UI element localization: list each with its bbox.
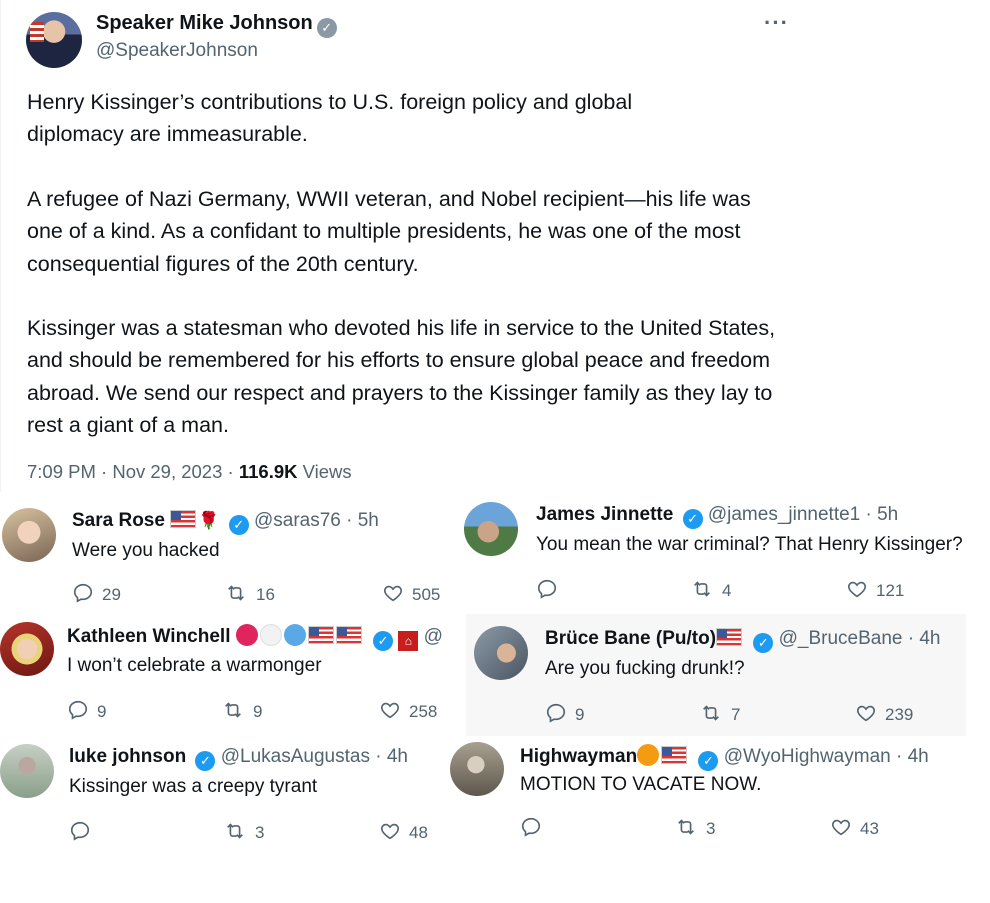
- reply-button[interactable]: 9: [67, 699, 106, 722]
- reply-card[interactable]: Kathleen Winchell ✓ ⌂ @ I won’t celebrat…: [0, 612, 462, 732]
- avatar[interactable]: [450, 742, 504, 796]
- us-flag-icon: [170, 510, 197, 528]
- reply-card[interactable]: Sara Rose 🌹 ✓ @saras76 · 5h Were you hac…: [0, 494, 456, 614]
- reply-handle[interactable]: @james_jinnette1 · 5h: [708, 504, 898, 525]
- retweet-button[interactable]: 16: [224, 582, 275, 605]
- like-icon: [381, 702, 399, 719]
- verified-badge-icon: ✓: [753, 633, 774, 653]
- retweet-icon: [678, 819, 694, 835]
- reply-icon: [73, 583, 93, 603]
- verified-badge-icon: ✓: [698, 751, 719, 771]
- reply-author-name[interactable]: Highwayman: [520, 746, 637, 767]
- like-icon: [384, 585, 402, 602]
- like-icon: [848, 581, 866, 598]
- verified-badge-icon: ✓: [316, 18, 337, 38]
- tweet-timestamp[interactable]: 7:09 PM · Nov 29, 2023 ·: [27, 461, 239, 482]
- retweet-icon: [694, 581, 710, 597]
- like-icon: [381, 823, 399, 840]
- reply-author-name[interactable]: James Jinnette: [536, 504, 673, 525]
- reply-button[interactable]: [69, 820, 99, 843]
- retweet-button[interactable]: 3: [223, 820, 264, 843]
- retweet-button[interactable]: 7: [699, 702, 740, 725]
- retweet-button[interactable]: 3: [674, 816, 715, 839]
- reply-handle[interactable]: @: [424, 626, 443, 647]
- tweet-paragraph: A refugee of Nazi Germany, WWII veteran,…: [27, 186, 751, 276]
- verified-badge-icon: ✓: [195, 751, 216, 771]
- reply-text: I won’t celebrate a warmonger: [67, 655, 322, 676]
- reply-icon: [537, 579, 557, 599]
- reply-text: MOTION TO VACATE NOW.: [520, 774, 762, 795]
- like-button[interactable]: 239: [855, 702, 913, 725]
- reply-card[interactable]: luke johnson ✓ @LukasAugustas · 4h Kissi…: [0, 732, 456, 852]
- us-flag-icon: [716, 628, 743, 646]
- reply-handle[interactable]: @saras76 · 5h: [254, 510, 379, 531]
- avatar[interactable]: [0, 622, 54, 676]
- orange-icon: [637, 744, 660, 766]
- like-button[interactable]: 43: [830, 816, 879, 839]
- reply-author-name[interactable]: Kathleen Winchell: [67, 626, 230, 647]
- avatar[interactable]: [464, 502, 518, 556]
- reply-text: Were you hacked: [72, 540, 220, 561]
- retweet-button[interactable]: 4: [690, 578, 731, 601]
- reply-icon: [546, 703, 566, 723]
- views-label: Views: [297, 461, 352, 482]
- white-heart-icon: [259, 624, 282, 646]
- retweet-icon: [703, 705, 719, 721]
- avatar[interactable]: [0, 744, 54, 798]
- reply-icon: [70, 821, 90, 841]
- reply-button[interactable]: 9: [545, 702, 584, 725]
- reply-handle[interactable]: @WyoHighwayman · 4h: [724, 746, 929, 767]
- us-flag-icon: [335, 626, 362, 644]
- like-icon: [857, 705, 875, 722]
- reply-author-name[interactable]: Sara Rose: [72, 510, 165, 531]
- tweet-meta: 7:09 PM · Nov 29, 2023 · 116.9K Views: [27, 461, 352, 483]
- author-name[interactable]: Speaker Mike Johnson ✓: [96, 12, 337, 38]
- like-button[interactable]: 505: [382, 582, 440, 605]
- us-flag-icon: [661, 746, 688, 764]
- reply-author-name[interactable]: Brüce Bane (Pu/to): [545, 628, 716, 649]
- verified-badge-icon: ✓: [682, 509, 703, 529]
- tweet-body: Henry Kissinger’s contributions to U.S. …: [27, 86, 807, 474]
- reply-text: Are you fucking drunk!?: [545, 658, 745, 679]
- reply-button[interactable]: [536, 578, 566, 601]
- reply-icon: [68, 700, 88, 720]
- avatar[interactable]: [2, 508, 56, 562]
- retweet-icon: [225, 702, 241, 718]
- reply-icon: [521, 817, 541, 837]
- author-handle[interactable]: @SpeakerJohnson: [96, 40, 258, 62]
- more-icon[interactable]: ···: [764, 10, 789, 36]
- reply-text: You mean the war criminal? That Henry Ki…: [536, 534, 963, 555]
- like-button[interactable]: 258: [379, 699, 437, 722]
- author-avatar[interactable]: [26, 12, 82, 68]
- reply-handle[interactable]: @LukasAugustas · 4h: [221, 746, 408, 767]
- verified-badge-icon: ✓: [373, 631, 394, 651]
- views-count: 116.9K: [238, 461, 298, 482]
- blue-heart-icon: [283, 624, 306, 646]
- tweet-paragraph: Kissinger was a statesman who devoted hi…: [27, 316, 776, 438]
- like-button[interactable]: 121: [846, 578, 904, 601]
- reply-card[interactable]: Brüce Bane (Pu/to) ✓ @_BruceBane · 4h Ar…: [466, 614, 966, 736]
- verified-badge-icon: ✓: [228, 515, 249, 535]
- rose-icon: 🌹: [198, 511, 220, 530]
- reply-button[interactable]: 29: [72, 582, 121, 605]
- like-button[interactable]: 48: [379, 820, 428, 843]
- reply-handle[interactable]: @_BruceBane · 4h: [779, 628, 941, 649]
- reply-author-name[interactable]: luke johnson: [69, 746, 186, 767]
- avatar[interactable]: [474, 626, 528, 680]
- retweet-icon: [228, 585, 244, 601]
- retweet-button[interactable]: 9: [221, 699, 262, 722]
- reply-text: Kissinger was a creepy tyrant: [69, 776, 318, 797]
- reply-card[interactable]: Highwayman ✓ @WyoHighwayman · 4h MOTION …: [448, 730, 990, 850]
- badge-icon: ⌂: [398, 631, 419, 651]
- red-heart-icon: [235, 624, 258, 646]
- retweet-icon: [227, 823, 243, 839]
- reply-button[interactable]: [520, 816, 550, 839]
- tweet-paragraph: Henry Kissinger’s contributions to U.S. …: [27, 90, 633, 147]
- reply-card[interactable]: James Jinnette ✓ @james_jinnette1 · 5h Y…: [456, 490, 990, 612]
- us-flag-icon: [307, 626, 334, 644]
- like-icon: [832, 819, 850, 836]
